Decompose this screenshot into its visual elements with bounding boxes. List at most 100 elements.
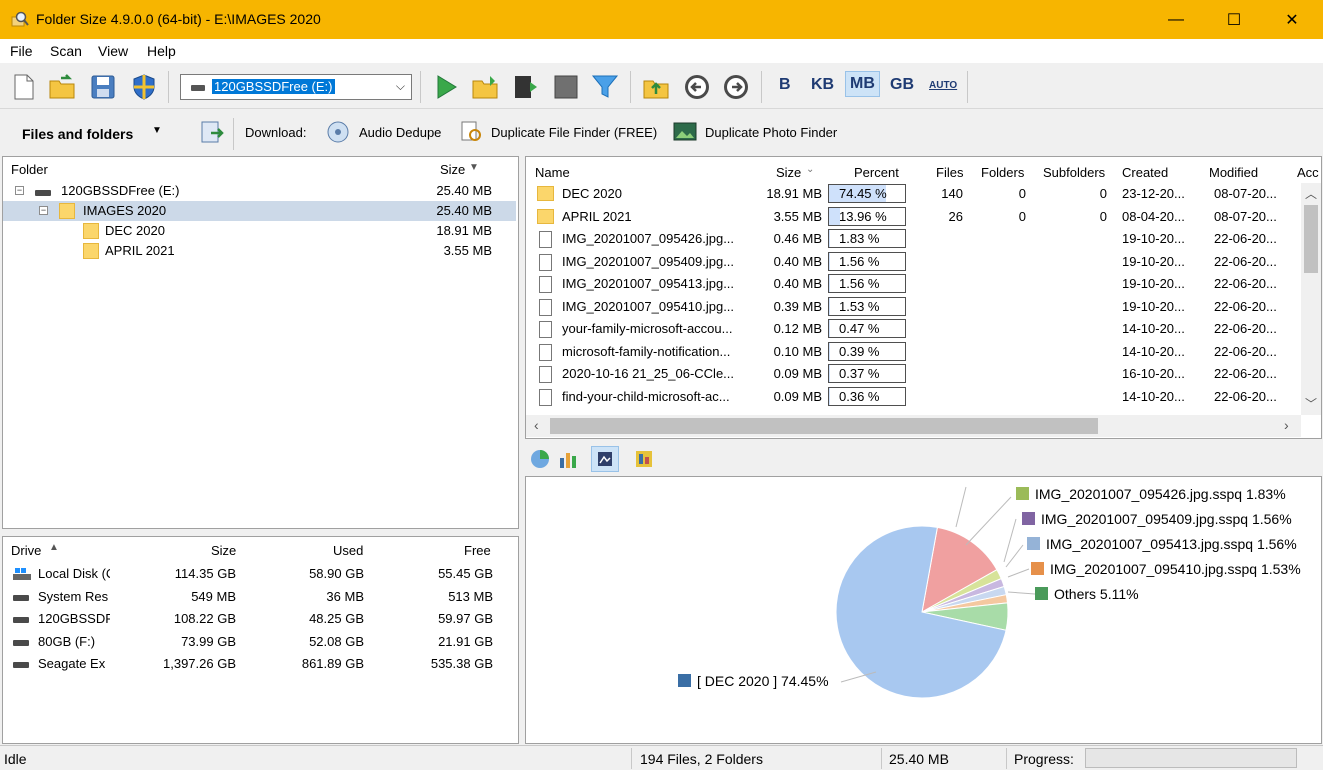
file-row[interactable]: IMG_20201007_095426.jpg... 0.46 MB 1.83 % 1…: [526, 228, 1296, 250]
percent-bar: 13.96 %: [828, 206, 906, 226]
tree-row-images-2020[interactable]: − IMAGES 2020 25.40 MB: [3, 201, 516, 221]
stop-icon[interactable]: [551, 72, 581, 102]
menu-file[interactable]: File: [10, 43, 33, 59]
menu-help[interactable]: Help: [147, 43, 176, 59]
duplicate-file-finder-icon[interactable]: [458, 119, 484, 145]
file-row[interactable]: IMG_20201007_095409.jpg... 0.40 MB 1.56 % 1…: [526, 251, 1296, 273]
col-subfolders[interactable]: Subfolders: [1043, 165, 1105, 180]
up-folder-icon[interactable]: [641, 72, 671, 102]
col-percent[interactable]: Percent: [854, 165, 899, 180]
unit-b-button[interactable]: B: [779, 76, 791, 94]
folder-icon: [83, 223, 99, 239]
back-arrow-icon[interactable]: [682, 72, 712, 102]
percent-bar: 0.37 %: [828, 364, 906, 383]
drive-row[interactable]: System Res 549 MB 36 MB 513 MB: [3, 586, 516, 608]
legend-swatch: [1016, 487, 1029, 500]
forward-arrow-icon[interactable]: [721, 72, 751, 102]
shield-icon[interactable]: [129, 72, 159, 102]
file-row[interactable]: APRIL 2021 3.55 MB 13.96 % 26 0 0 08-04-20... 0…: [526, 206, 1296, 228]
play-scan-icon[interactable]: [431, 72, 461, 102]
drive-row[interactable]: Local Disk (C 114.35 GB 58.90 GB 55.45 GB: [3, 563, 516, 585]
drive-used: 861.89 GB: [301, 656, 364, 671]
col-files[interactable]: Files: [936, 165, 963, 180]
menu-view[interactable]: View: [98, 43, 128, 59]
subfolder-count: 0: [1099, 186, 1107, 201]
file-row[interactable]: IMG_20201007_095413.jpg... 0.40 MB 1.56 % 1…: [526, 273, 1296, 295]
tree-row-dec-2020[interactable]: DEC 2020 18.91 MB: [3, 221, 516, 241]
file-name: microsoft-family-notification...: [562, 343, 731, 359]
caret-down-icon[interactable]: ▼: [152, 125, 162, 136]
hscrollbar-thumb[interactable]: [550, 418, 1098, 434]
file-row[interactable]: DEC 2020 18.91 MB 74.45 % 140 0 0 23-12-20... 0…: [526, 183, 1296, 205]
col-folders[interactable]: Folders: [981, 165, 1024, 180]
file-row[interactable]: your-family-microsoft-accou... 0.12 MB 0.4…: [526, 318, 1296, 340]
toolbar-separator: [420, 71, 421, 103]
folder-icon: [537, 186, 554, 201]
tree-row-drive[interactable]: − 120GBSSDFree (E:) 25.40 MB: [3, 181, 516, 201]
drive-row[interactable]: 80GB (F:) 73.99 GB 52.08 GB 21.91 GB: [3, 631, 516, 653]
col-modified[interactable]: Modified: [1209, 165, 1258, 180]
pie-chart-icon[interactable]: [529, 448, 551, 470]
scroll-right-icon[interactable]: ›: [1284, 417, 1289, 433]
tree-row-april-2021[interactable]: APRIL 2021 3.55 MB: [3, 241, 516, 261]
audio-dedupe-link[interactable]: Audio Dedupe: [359, 125, 441, 140]
duplicate-photo-finder-link[interactable]: Duplicate Photo Finder: [705, 125, 837, 140]
drive-free: 59.97 GB: [438, 611, 493, 626]
unit-auto-button[interactable]: AUTO: [929, 80, 957, 91]
maximize-icon: ☐: [1226, 11, 1242, 29]
col-accessed[interactable]: Acc: [1297, 165, 1319, 180]
leader-line: [1007, 591, 1036, 595]
save-icon[interactable]: [88, 72, 118, 102]
file-row[interactable]: IMG_20201007_095410.jpg... 0.39 MB 1.53 % 1…: [526, 296, 1296, 318]
duplicate-photo-finder-icon[interactable]: [672, 119, 698, 145]
bar-chart-icon[interactable]: [557, 448, 579, 470]
treemap-view-button[interactable]: [591, 446, 619, 472]
collapse-icon[interactable]: −: [39, 206, 48, 215]
scroll-left-icon[interactable]: ‹: [534, 417, 539, 433]
scan-folder-icon[interactable]: [470, 72, 500, 102]
filter-icon[interactable]: [590, 72, 620, 102]
tree-header-size[interactable]: Size: [440, 162, 465, 177]
open-folder-icon[interactable]: [47, 72, 77, 102]
drive-row[interactable]: 120GBSSDF 108.22 GB 48.25 GB 59.97 GB: [3, 608, 516, 630]
drives-header-used[interactable]: Used: [333, 543, 363, 558]
export-icon[interactable]: [199, 119, 225, 145]
unit-kb-button[interactable]: KB: [811, 76, 834, 94]
drives-header-free[interactable]: Free: [464, 543, 491, 558]
report-icon[interactable]: [633, 448, 655, 470]
minimize-button[interactable]: —: [1147, 0, 1205, 39]
horizontal-scrollbar[interactable]: ‹ ›: [526, 415, 1301, 437]
close-button[interactable]: ✕: [1263, 0, 1321, 39]
unit-gb-button[interactable]: GB: [890, 76, 914, 94]
scan-drive-icon[interactable]: [510, 72, 540, 102]
file-icon: [539, 388, 552, 406]
tree-label: 120GBSSDFree (E:): [61, 183, 180, 198]
created-date: 19-10-20...: [1122, 231, 1185, 246]
drive-select[interactable]: 120GBSSDFree (E:) ⌵: [180, 74, 412, 100]
files-and-folders-dropdown[interactable]: Files and folders: [22, 126, 133, 142]
unit-mb-button[interactable]: MB: [845, 71, 880, 97]
menu-scan[interactable]: Scan: [50, 43, 82, 59]
duplicate-file-finder-link[interactable]: Duplicate File Finder (FREE): [491, 125, 657, 140]
file-row[interactable]: find-your-child-microsoft-ac... 0.09 MB 0.…: [526, 386, 1296, 408]
col-size[interactable]: Size: [776, 165, 801, 180]
file-row[interactable]: 2020-10-16 21_25_06-CCle... 0.09 MB 0.37 %…: [526, 363, 1296, 385]
scrollbar-thumb[interactable]: [1304, 205, 1318, 273]
collapse-icon[interactable]: −: [15, 186, 24, 195]
file-row[interactable]: microsoft-family-notification... 0.10 MB 0…: [526, 341, 1296, 363]
drive-name: Local Disk (C: [38, 566, 110, 581]
scroll-up-icon[interactable]: ︿: [1305, 185, 1317, 202]
scroll-down-icon[interactable]: ﹀: [1305, 395, 1317, 412]
new-icon[interactable]: [9, 72, 39, 102]
vertical-scrollbar[interactable]: ︿ ﹀: [1301, 183, 1321, 415]
col-created[interactable]: Created: [1122, 165, 1168, 180]
tree-header-folder[interactable]: Folder: [11, 162, 48, 177]
drive-row[interactable]: Seagate Ex 1,397.26 GB 861.89 GB 535.38 GB: [3, 653, 516, 675]
percent-text: 1.53 %: [839, 298, 880, 314]
maximize-button[interactable]: ☐: [1205, 0, 1263, 39]
col-name[interactable]: Name: [535, 165, 570, 180]
audio-dedupe-icon[interactable]: [325, 119, 351, 145]
drives-header-drive[interactable]: Drive: [11, 543, 41, 558]
modified-date: 22-06-20...: [1214, 321, 1277, 336]
drives-header-size[interactable]: Size: [211, 543, 236, 558]
